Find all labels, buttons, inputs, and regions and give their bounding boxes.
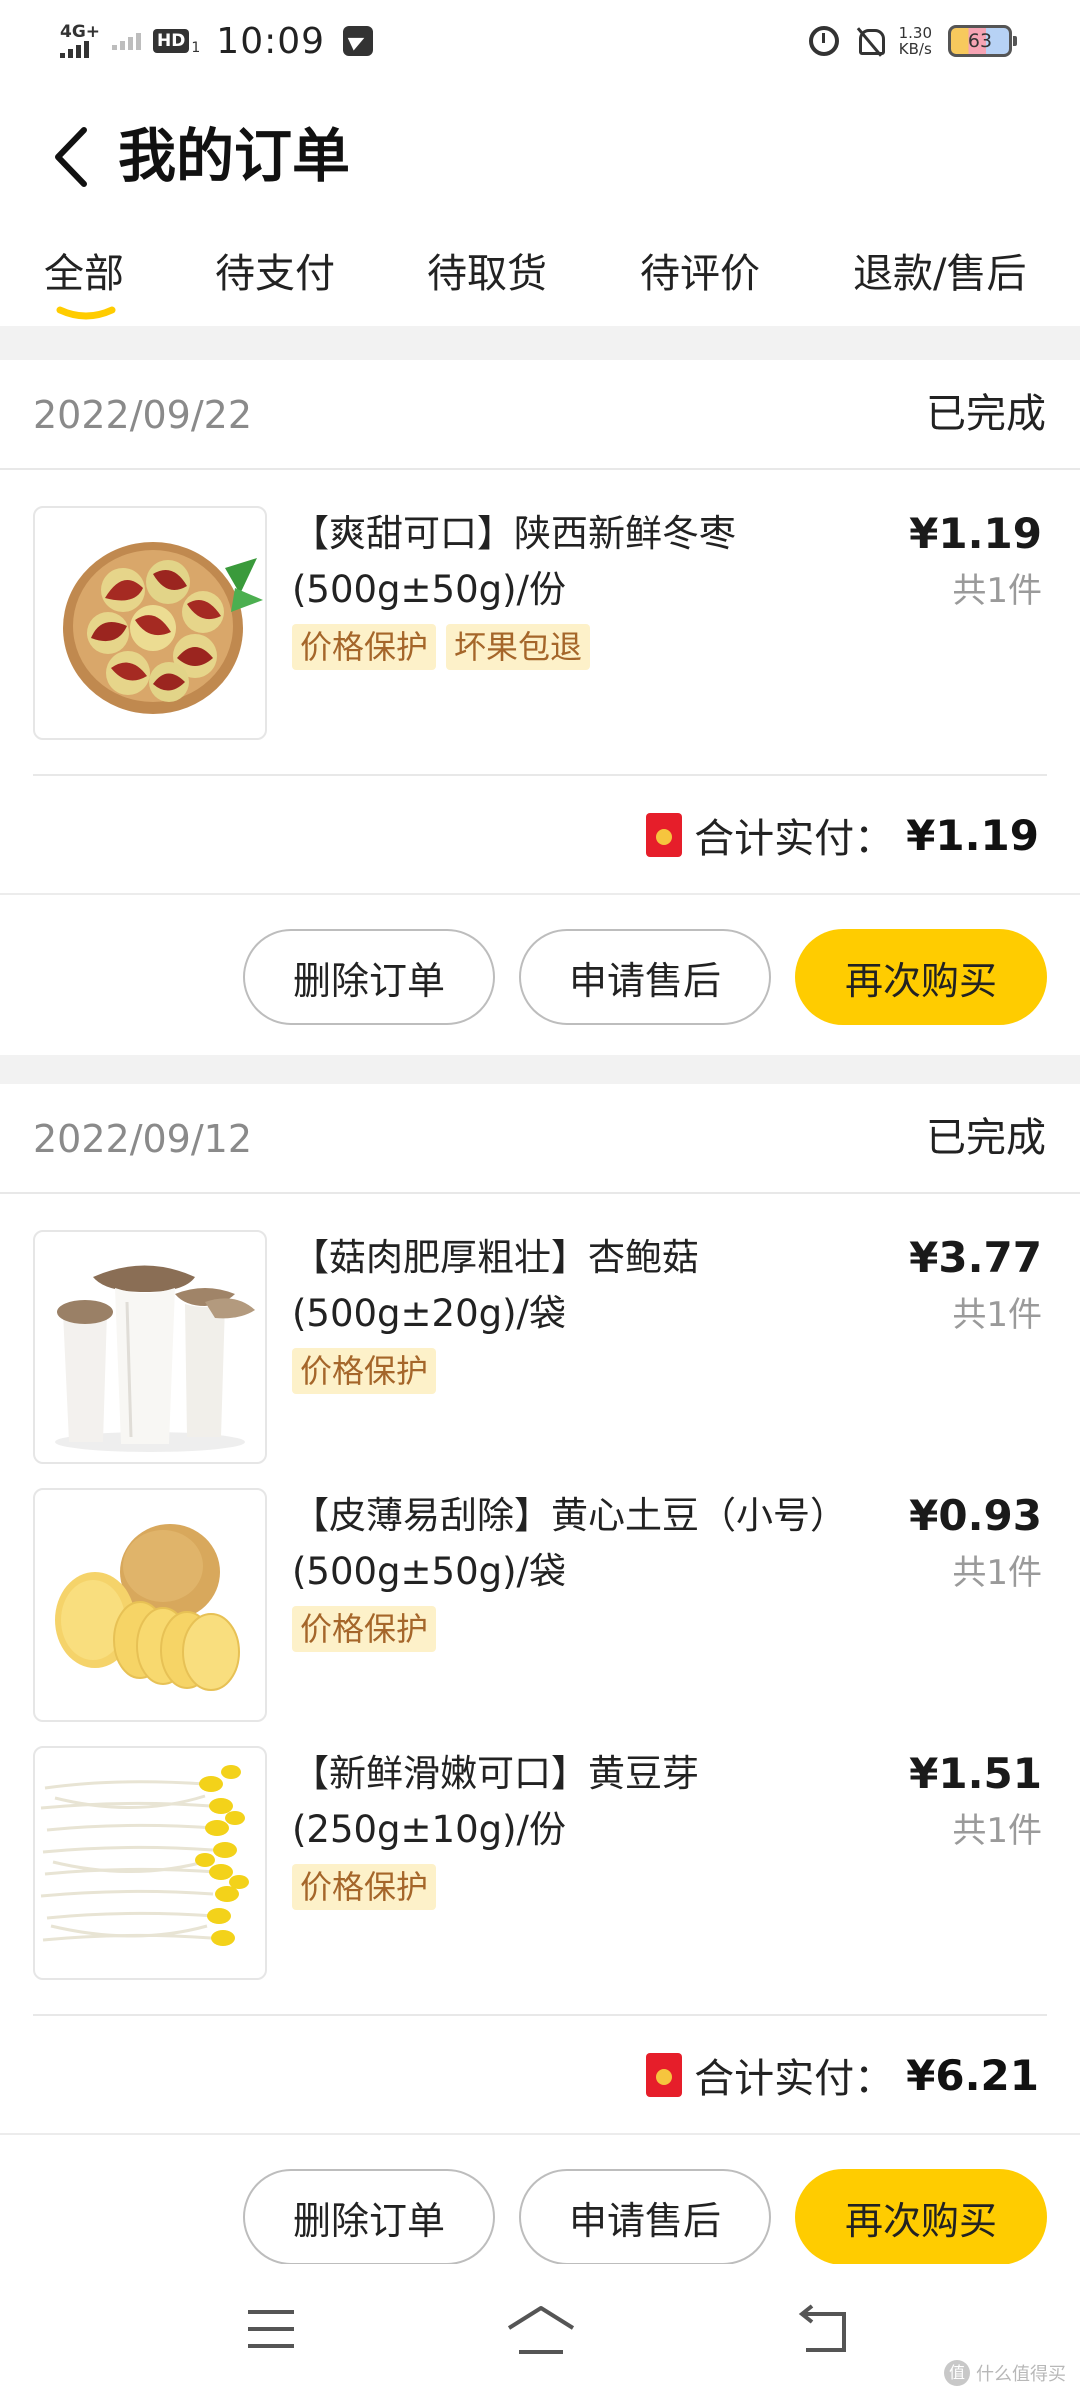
item-price: ¥0.93 <box>909 1491 1042 1540</box>
page: 4G+ HD 1 10:09 1.30 KB/s 63 我的订单 全部 待支付 … <box>0 0 1080 2400</box>
page-title: 我的订单 <box>118 122 351 190</box>
chevron-left-icon <box>55 127 87 187</box>
tab-pending-pickup[interactable]: 待取货 <box>427 246 547 302</box>
item-quantity: 共1件 <box>952 1295 1042 1335</box>
tab-refund-after-sale[interactable]: 退款/售后 <box>853 246 1026 302</box>
badge-price-protection: 价格保护 <box>292 1606 437 1652</box>
product-image <box>33 1230 267 1464</box>
order-item[interactable]: 【爽甜可口】陕西新鲜冬枣(500g±50g)/份 价格保护 坏果包退 ¥1.19… <box>0 506 1080 742</box>
order-actions: 删除订单 申请售后 再次购买 <box>0 893 1080 1055</box>
header: 我的订单 <box>0 82 1080 232</box>
status-right: 1.30 KB/s 63 <box>808 18 1017 64</box>
total-label: 合计实付： <box>694 816 895 862</box>
product-name: 【爽甜可口】陕西新鲜冬枣(500g±50g)/份 <box>292 512 736 611</box>
order-date: 2022/09/22 <box>33 393 253 437</box>
product-name: 【新鲜滑嫩可口】黄豆芽(250g±10g)/份 <box>292 1752 699 1851</box>
product-name: 【菇肉肥厚粗壮】杏鲍菇(500g±20g)/袋 <box>292 1236 699 1335</box>
product-image <box>33 1746 267 1980</box>
order-total: 合计实付： ¥1.19 <box>646 806 1039 864</box>
badge-price-protection: 价格保护 <box>292 624 437 670</box>
item-price: ¥3.77 <box>909 1233 1042 1282</box>
active-tab-indicator <box>56 306 116 320</box>
battery-level: 63 <box>967 30 993 52</box>
product-badges: 价格保护 <box>292 1606 437 1652</box>
order-total: 合计实付： ¥6.21 <box>646 2046 1039 2104</box>
watermark: 值 什么值得买 <box>944 2360 1066 2386</box>
tab-all[interactable]: 全部 <box>44 246 124 302</box>
order-header: 2022/09/22 已完成 <box>0 360 1080 470</box>
after-sale-button[interactable]: 申请售后 <box>519 2169 771 2265</box>
soybean-sprouts-image <box>40 1765 249 1946</box>
product-badges: 价格保护 <box>292 1348 437 1394</box>
order-item[interactable]: 【皮薄易刮除】黄心土豆（小号）(500g±50g)/袋 价格保护 ¥0.93 共… <box>0 1488 1080 1724</box>
potato-image <box>55 1524 240 1691</box>
watermark-text: 什么值得买 <box>976 2364 1066 2385</box>
winter-jujube-image <box>63 542 263 714</box>
item-price: ¥1.19 <box>909 509 1042 558</box>
product-image <box>33 1488 267 1722</box>
product-name: 【皮薄易刮除】黄心土豆（小号）(500g±50g)/袋 <box>292 1494 829 1593</box>
king-oyster-mushroom-image <box>55 1265 255 1452</box>
product-badges: 价格保护 <box>292 1864 437 1910</box>
badge-price-protection: 价格保护 <box>292 1864 437 1910</box>
total-amount: ¥6.21 <box>906 2050 1039 2100</box>
badge-price-protection: 价格保护 <box>292 1348 437 1394</box>
total-amount: ¥1.19 <box>906 810 1039 860</box>
hd-voice-icon: HD <box>153 29 190 53</box>
badge-bad-fruit-refund: 坏果包退 <box>446 624 591 670</box>
order-card: 2022/09/22 已完成 【爽甜可口】陕西新鲜冬枣(500g±50g)/份 … <box>0 360 1080 1055</box>
product-badges: 价格保护 坏果包退 <box>292 624 591 670</box>
order-header: 2022/09/12 已完成 <box>0 1084 1080 1194</box>
signal-strength-icon: 4G+ <box>60 24 100 58</box>
alarm-icon <box>808 26 839 56</box>
after-sale-button[interactable]: 申请售后 <box>519 929 771 1025</box>
item-price: ¥1.51 <box>909 1749 1042 1798</box>
battery-icon: 63 <box>948 25 1017 57</box>
rebuy-button[interactable]: 再次购买 <box>795 929 1047 1025</box>
item-quantity: 共1件 <box>952 571 1042 611</box>
item-quantity: 共1件 <box>952 1553 1042 1593</box>
status-left: 4G+ HD 1 10:09 <box>60 18 374 64</box>
red-envelope-icon <box>646 813 683 857</box>
item-quantity: 共1件 <box>952 1811 1042 1851</box>
order-status: 已完成 <box>926 391 1046 437</box>
order-item[interactable]: 【新鲜滑嫩可口】黄豆芽(250g±10g)/份 价格保护 ¥1.51 共1件 <box>0 1746 1080 1982</box>
delete-order-button[interactable]: 删除订单 <box>243 929 495 1025</box>
menu-icon[interactable] <box>244 2304 298 2354</box>
tab-pending-review[interactable]: 待评价 <box>640 246 760 302</box>
clock: 10:09 <box>216 20 326 62</box>
red-envelope-icon <box>646 2053 683 2097</box>
order-status: 已完成 <box>926 1115 1046 1161</box>
order-item[interactable]: 【菇肉肥厚粗壮】杏鲍菇(500g±20g)/袋 价格保护 ¥3.77 共1件 <box>0 1230 1080 1466</box>
mute-bell-icon <box>855 26 885 56</box>
order-total-row: 合计实付： ¥6.21 <box>33 2014 1047 2132</box>
home-icon[interactable] <box>505 2304 577 2356</box>
order-date: 2022/09/12 <box>33 1117 253 1161</box>
telegram-icon <box>343 26 374 56</box>
status-bar: 4G+ HD 1 10:09 1.30 KB/s 63 <box>0 0 1080 82</box>
delete-order-button[interactable]: 删除订单 <box>243 2169 495 2265</box>
rebuy-button[interactable]: 再次购买 <box>795 2169 1047 2265</box>
sim-index: 1 <box>191 40 201 56</box>
product-image <box>33 506 267 740</box>
system-navigation-bar: 值 什么值得买 <box>0 2264 1080 2400</box>
order-total-row: 合计实付： ¥1.19 <box>33 774 1047 892</box>
network-type: 4G+ <box>60 22 101 42</box>
signal-2-icon <box>112 32 142 50</box>
order-card: 2022/09/12 已完成 【菇肉肥厚粗壮】杏鲍菇(500g±20g)/袋 价… <box>0 1084 1080 2265</box>
order-tabs: 全部 待支付 待取货 待评价 退款/售后 <box>0 232 1080 326</box>
watermark-logo: 值 <box>944 2360 970 2386</box>
tab-pending-payment[interactable]: 待支付 <box>215 246 335 302</box>
network-speed: 1.30 KB/s <box>898 24 932 58</box>
back-icon[interactable] <box>796 2304 852 2356</box>
total-label: 合计实付： <box>694 2056 895 2102</box>
back-button[interactable] <box>48 122 98 192</box>
